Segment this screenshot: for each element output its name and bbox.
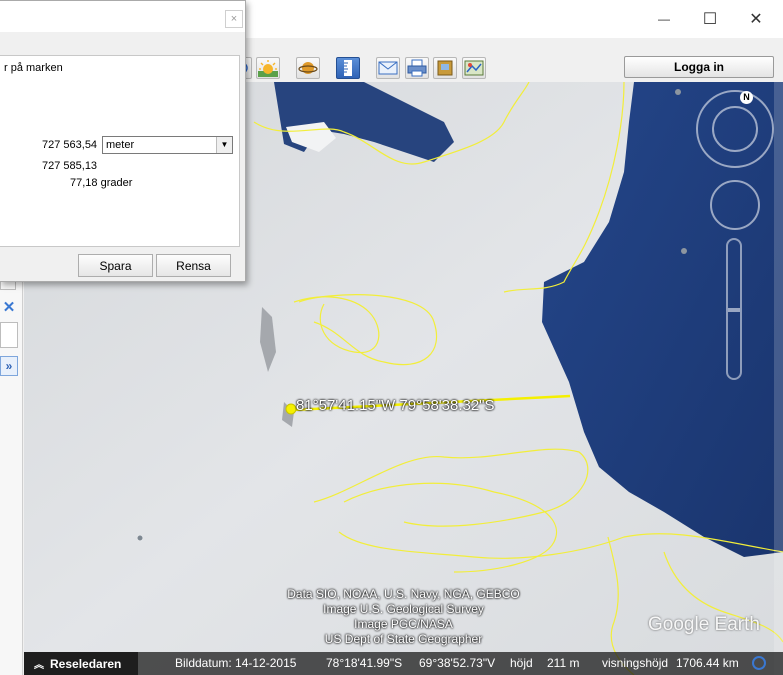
- heading-value: 77,18 grader: [70, 177, 133, 189]
- move-joystick[interactable]: [710, 180, 760, 230]
- map-point: [681, 248, 687, 254]
- ruler-start-point[interactable]: [285, 403, 297, 415]
- print-icon: [407, 59, 427, 77]
- save-image-icon: [437, 60, 453, 76]
- longitude-readout: 69°38'52.73"V: [419, 656, 496, 670]
- view-in-maps-button[interactable]: [462, 57, 486, 79]
- chevron-down-icon: ▼: [216, 137, 232, 153]
- sidebar-close-button[interactable]: ✕: [0, 298, 18, 316]
- look-joystick-inner[interactable]: [712, 106, 758, 152]
- dialog-titlebar: ×: [0, 1, 245, 32]
- tour-guide-label: Reseledaren: [50, 656, 122, 671]
- measurement-description: r på marken: [4, 62, 63, 74]
- unit-select[interactable]: meter ▼: [102, 136, 233, 154]
- latitude-readout: 78°18'41.99"S: [326, 656, 403, 670]
- sun-icon: [258, 60, 278, 77]
- minimize-button[interactable]: —: [642, 6, 686, 32]
- chevron-double-right-icon: »: [5, 359, 13, 373]
- save-button[interactable]: Spara: [78, 254, 153, 277]
- look-joystick[interactable]: [696, 90, 774, 168]
- ruler-button[interactable]: [336, 57, 360, 79]
- ruler-path-label: 81°57'41.15"W 79°58'38.32"S: [296, 397, 495, 414]
- attribution-line: Data SIO, NOAA, U.S. Navy, NGA, GEBCO: [287, 587, 520, 601]
- ground-length-value: 727 585,13: [42, 160, 98, 172]
- compass-north-label: N: [740, 91, 753, 104]
- google-earth-window: — ☐ ✕ Logga in ✕ » 81°57'41.15"W 79°58'3…: [0, 0, 783, 675]
- planet-icon: [298, 62, 318, 74]
- login-button[interactable]: Logga in: [624, 56, 774, 78]
- imagery-date: Bilddatum: 14-12-2015: [175, 656, 297, 670]
- save-image-button[interactable]: [433, 57, 457, 79]
- eye-altitude-value: 1706.44 km: [676, 656, 739, 670]
- measurement-panel: r på marken 727 563,54 meter ▼ 727 585,1…: [0, 55, 240, 247]
- streaming-progress-icon: [752, 656, 766, 670]
- dialog-close-button[interactable]: ×: [225, 10, 243, 28]
- maximize-icon: ☐: [702, 11, 718, 28]
- zoom-slider-thumb[interactable]: [728, 308, 740, 312]
- planets-button[interactable]: [296, 57, 320, 79]
- sunlight-button[interactable]: [256, 57, 280, 79]
- zoom-slider[interactable]: [726, 238, 742, 380]
- elevation-label: höjd: [510, 656, 533, 670]
- elevation-value: 211 m: [547, 656, 580, 670]
- map-point: [675, 89, 681, 95]
- close-icon: ✕: [2, 299, 16, 316]
- length-value: 727 563,54: [42, 139, 98, 151]
- clear-button[interactable]: Rensa: [156, 254, 231, 277]
- google-earth-logo: Google Earth: [648, 614, 760, 635]
- email-button[interactable]: [376, 57, 400, 79]
- email-icon: [378, 61, 398, 75]
- map-point: [136, 534, 144, 542]
- sidebar-expand-button[interactable]: »: [0, 356, 18, 376]
- ruler-icon: [344, 60, 352, 76]
- tour-guide-button[interactable]: ︽ Reseledaren: [24, 652, 138, 675]
- close-button[interactable]: ✕: [734, 6, 778, 32]
- unit-select-value: meter: [106, 139, 135, 151]
- maximize-button[interactable]: ☐: [688, 6, 732, 32]
- eye-altitude-label: visningshöjd: [602, 656, 669, 670]
- chevron-up-icon: ︽: [34, 660, 44, 671]
- close-icon: ✕: [749, 11, 763, 28]
- close-icon: ×: [230, 13, 238, 25]
- ruler-dialog: × r på marken 727 563,54 meter ▼ 727 585…: [0, 0, 246, 282]
- view-in-maps-icon: [464, 60, 484, 76]
- left-sidebar: ✕ »: [0, 280, 23, 675]
- print-button[interactable]: [405, 57, 429, 79]
- sidebar-panel-stub[interactable]: [0, 322, 18, 348]
- minimize-icon: —: [658, 12, 670, 26]
